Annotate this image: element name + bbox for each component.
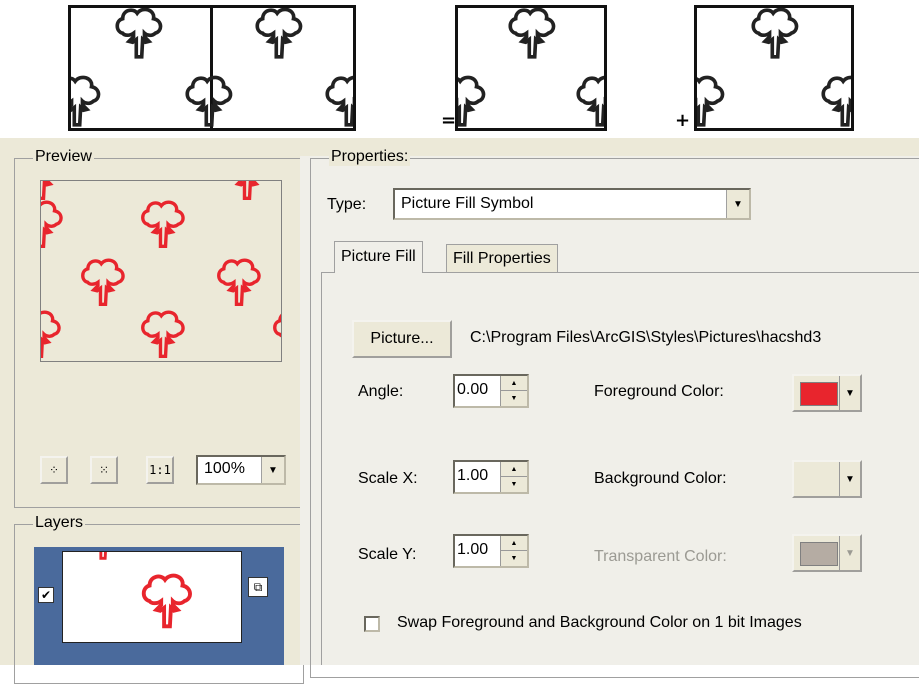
tree-icon [40, 199, 67, 253]
foreground-color-button[interactable]: ▼ [792, 374, 862, 412]
transparent-color-button[interactable]: ▼ [792, 534, 862, 572]
layer-checkbox[interactable]: ✔ [38, 587, 54, 603]
zoom-in-icon: ⁘ [48, 463, 60, 477]
scalex-spinner[interactable]: 1.00 ▲ ▼ [453, 460, 529, 494]
zoom-value: 100% [204, 460, 245, 477]
tab-fill-properties[interactable]: Fill Properties [446, 244, 558, 272]
tree-icon [68, 74, 105, 131]
tree-icon [81, 551, 125, 564]
actual-size-label: 1:1 [149, 463, 171, 477]
tree-icon [455, 74, 490, 131]
type-label: Type: [327, 196, 367, 213]
picture-path: C:\Program Files\ArcGIS\Styles\Pictures\… [470, 329, 822, 346]
chevron-up-icon[interactable]: ▲ [501, 536, 527, 551]
tree-icon [40, 309, 65, 362]
equals-sign: = [441, 110, 457, 131]
tree-icon [817, 74, 854, 131]
tile-single-a [455, 5, 607, 131]
plus-sign: + [675, 110, 691, 131]
chevron-up-icon[interactable]: ▲ [501, 376, 527, 391]
type-select[interactable]: Picture Fill Symbol ▼ [393, 188, 751, 220]
layer-thumbnail[interactable] [62, 551, 242, 643]
scaley-label: Scale Y: [358, 546, 417, 563]
scaley-spinner[interactable]: 1.00 ▲ ▼ [453, 534, 529, 568]
tree-icon [694, 74, 729, 131]
tile-single-b [694, 5, 854, 131]
tree-icon [221, 180, 273, 205]
tree-icon [321, 74, 356, 131]
tile-combined [68, 5, 356, 131]
tree-icon [572, 74, 607, 131]
background-color-button[interactable]: ▼ [792, 460, 862, 498]
tree-icon [504, 6, 560, 64]
tree-icon [251, 6, 307, 64]
chevron-down-icon[interactable]: ▼ [501, 551, 527, 566]
tree-icon [137, 199, 189, 253]
properties-title: Properties: [329, 148, 411, 166]
tab-picture-fill[interactable]: Picture Fill [334, 241, 423, 273]
tree-icon [747, 6, 803, 64]
foreground-color-label: Foreground Color: [594, 383, 724, 400]
tree-icon [137, 309, 189, 362]
lock-icon[interactable]: ⧉ [248, 577, 268, 597]
scalex-label: Scale X: [358, 470, 418, 487]
tree-icon [111, 6, 167, 64]
tree-icon [137, 572, 197, 634]
chevron-down-icon[interactable]: ▼ [839, 376, 860, 410]
tree-icon [181, 74, 237, 131]
chevron-down-icon[interactable]: ▼ [501, 477, 527, 492]
chevron-down-icon[interactable]: ▼ [726, 190, 749, 218]
zoom-in-button[interactable]: ⁘ [40, 456, 68, 484]
chevron-down-icon[interactable]: ▼ [839, 462, 860, 496]
picture-button[interactable]: Picture... [352, 320, 452, 358]
transparent-color-label: Transparent Color: [594, 548, 727, 565]
type-value: Picture Fill Symbol [401, 195, 534, 212]
swap-label: Swap Foreground and Background Color on … [397, 614, 802, 631]
angle-label: Angle: [358, 383, 404, 400]
transparent-swatch [800, 542, 838, 566]
zoom-select[interactable]: 100% ▼ [196, 455, 286, 485]
actual-size-button[interactable]: 1:1 [146, 456, 174, 484]
chevron-down-icon[interactable]: ▼ [261, 457, 284, 483]
foreground-swatch [800, 382, 838, 406]
tree-icon [269, 309, 282, 362]
background-color-label: Background Color: [594, 470, 727, 487]
chevron-down-icon[interactable]: ▼ [839, 536, 860, 570]
zoom-out-button[interactable]: ⁙ [90, 456, 118, 484]
swap-checkbox[interactable] [364, 616, 380, 632]
tree-icon [213, 257, 265, 311]
zoom-out-icon: ⁙ [98, 463, 110, 477]
chevron-up-icon[interactable]: ▲ [501, 462, 527, 477]
preview-title: Preview [33, 148, 94, 166]
chevron-down-icon[interactable]: ▼ [501, 391, 527, 406]
layers-title: Layers [33, 514, 86, 532]
tree-icon [77, 257, 129, 311]
preview-canvas [40, 180, 282, 362]
background-swatch [800, 468, 838, 492]
symbol-property-editor: Preview ⁘ ⁙ 1:1 100% ▼ Layers ✔ ⧉ Proper… [0, 138, 919, 684]
angle-spinner[interactable]: 0.00 ▲ ▼ [453, 374, 529, 408]
layers-list[interactable]: ✔ ⧉ [34, 547, 284, 665]
